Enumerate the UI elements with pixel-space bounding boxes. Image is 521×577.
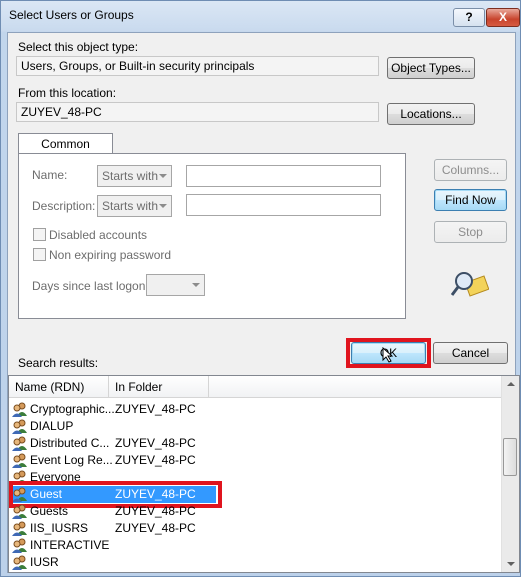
name-label: Name: [32,168,68,182]
description-label: Description: [32,199,96,213]
location-label: From this location: [18,86,117,100]
table-row[interactable]: Distributed C... ZUYEV_48-PC [9,435,506,452]
chevron-down-icon [192,283,200,287]
row-folder: ZUYEV_48-PC [115,521,196,535]
non-expiring-password-checkbox[interactable] [33,248,46,261]
vertical-scrollbar[interactable] [501,376,519,572]
select-users-dialog: Select Users or Groups ? X Select this o… [0,0,521,577]
user-group-icon [12,572,28,573]
title-bar: Select Users or Groups ? X [1,1,520,31]
table-row[interactable]: LOCAL SERV... [9,571,506,573]
table-row[interactable]: IUSR [9,554,506,571]
mouse-cursor-icon [382,347,394,363]
row-folder: ZUYEV_48-PC [115,504,196,518]
close-button[interactable]: X [486,8,520,27]
non-expiring-password-label: Non expiring password [49,248,172,262]
object-type-field: Users, Groups, or Built-in security prin… [16,56,379,76]
column-header-filler [209,376,504,398]
row-folder: ZUYEV_48-PC [115,436,196,450]
table-row[interactable]: Guests ZUYEV_48-PC [9,503,506,520]
table-row[interactable]: IIS_IUSRS ZUYEV_48-PC [9,520,506,537]
object-types-button[interactable]: Object Types... [387,57,475,79]
table-row[interactable]: Cryptographic... ZUYEV_48-PC [9,401,506,418]
stop-button[interactable]: Stop [434,221,507,243]
row-name: Guests [30,504,69,518]
disabled-accounts-label: Disabled accounts [49,228,148,242]
name-input[interactable] [186,165,381,187]
cancel-button[interactable]: Cancel [433,342,508,364]
table-row[interactable]: Event Log Re... ZUYEV_48-PC [9,452,506,469]
row-name: LOCAL SERV... [30,572,114,573]
name-match-select[interactable]: Starts with [97,165,172,187]
user-group-icon [12,453,27,468]
row-name: DIALUP [30,419,74,433]
days-since-logon-select[interactable] [146,274,205,296]
table-row[interactable]: DIALUP [9,418,506,435]
row-name: IIS_IUSRS [30,521,89,535]
row-name: Distributed C... [30,436,110,450]
user-group-icon [12,538,27,553]
row-name: INTERACTIVE [30,538,110,552]
row-name: IUSR [30,555,59,569]
scroll-down-icon[interactable] [502,555,519,572]
column-header-name[interactable]: Name (RDN) [9,376,109,398]
description-input[interactable] [186,194,381,216]
help-button[interactable]: ? [453,8,485,27]
days-since-logon-label: Days since last logon: [32,279,149,293]
user-group-icon [12,504,27,519]
table-row[interactable]: INTERACTIVE [9,537,506,554]
description-match-select[interactable]: Starts with [97,195,172,217]
chevron-down-icon [159,174,167,178]
user-group-icon [12,555,27,570]
row-folder: ZUYEV_48-PC [115,453,196,467]
chevron-down-icon [159,204,167,208]
disabled-accounts-checkbox[interactable] [33,228,46,241]
scroll-up-icon[interactable] [502,376,519,393]
search-results-list[interactable]: Name (RDN) In Folder Cryptographic... ZUY… [8,375,520,573]
columns-button[interactable]: Columns... [434,159,507,181]
row-name: Event Log Re... [30,453,113,467]
search-results-label: Search results: [18,356,99,370]
window-title: Select Users or Groups [9,8,134,22]
object-type-label: Select this object type: [18,40,139,54]
location-field: ZUYEV_48-PC [16,102,379,122]
scrollbar-thumb[interactable] [503,438,517,476]
row-name: Cryptographic... [30,402,115,416]
name-match-value: Starts with [102,169,159,183]
tab-common-queries[interactable]: Common Queries [18,133,113,171]
user-group-icon [12,436,27,451]
column-header-folder[interactable]: In Folder [109,376,209,398]
row-folder: ZUYEV_48-PC [115,402,196,416]
search-magnifier-icon [451,272,489,297]
user-group-icon [12,402,27,417]
user-group-icon [12,521,27,536]
description-match-value: Starts with [102,199,159,213]
user-group-icon [12,419,27,434]
locations-button[interactable]: Locations... [387,103,475,125]
find-now-button[interactable]: Find Now [434,189,507,211]
